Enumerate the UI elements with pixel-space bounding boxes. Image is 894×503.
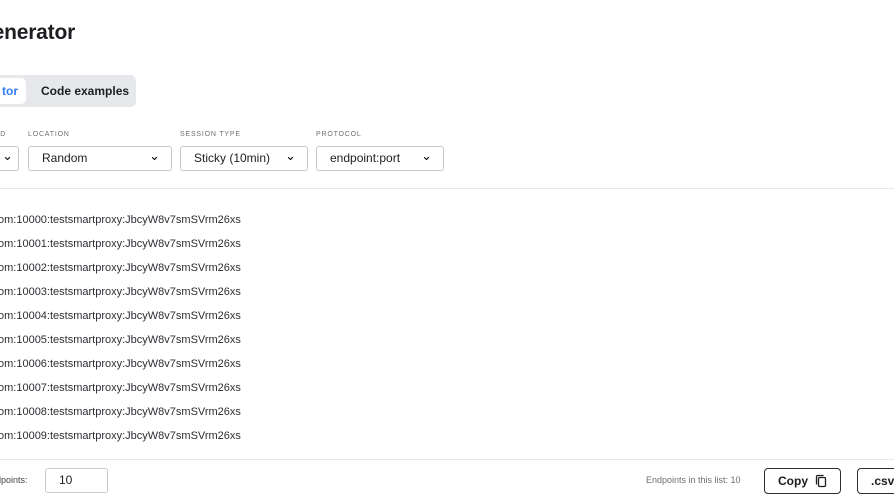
endpoint-line: om:10004:testsmartproxy:JbcyW8v7smSVrm26… bbox=[0, 310, 241, 322]
location-value: Random bbox=[42, 151, 88, 165]
endpoint-line: om:10001:testsmartproxy:JbcyW8v7smSVrm26… bbox=[0, 238, 241, 250]
protocol-label: PROTOCOL bbox=[316, 131, 362, 138]
endpoint-line: om:10003:testsmartproxy:JbcyW8v7smSVrm26… bbox=[0, 286, 241, 298]
list-count-text: Endpoints in this list: 10 bbox=[646, 475, 741, 485]
page-title: generator bbox=[0, 21, 76, 44]
session-type-label: SESSION TYPE bbox=[180, 131, 241, 138]
tab-generator[interactable]: tor bbox=[0, 78, 26, 104]
endpoint-line: om:10008:testsmartproxy:JbcyW8v7smSVrm26… bbox=[0, 406, 241, 418]
location-select[interactable]: Random bbox=[28, 146, 172, 171]
endpoint-line: om:10009:testsmartproxy:JbcyW8v7smSVrm26… bbox=[0, 430, 241, 442]
chevron-down-icon bbox=[287, 156, 294, 161]
session-type-value: Sticky (10min) bbox=[194, 151, 271, 165]
endpoint-list: om:10000:testsmartproxy:JbcyW8v7smSVrm26… bbox=[0, 208, 241, 448]
endpoint-count-input[interactable]: 10 bbox=[45, 468, 108, 493]
endpoint-line: om:10002:testsmartproxy:JbcyW8v7smSVrm26… bbox=[0, 262, 241, 274]
copy-button-label: Copy bbox=[778, 474, 808, 488]
endpoint-line: om:10007:testsmartproxy:JbcyW8v7smSVrm26… bbox=[0, 382, 241, 394]
location-label: LOCATION bbox=[28, 131, 70, 138]
protocol-value: endpoint:port bbox=[330, 151, 401, 165]
endpoint-line: om:10000:testsmartproxy:JbcyW8v7smSVrm26… bbox=[0, 214, 241, 226]
first-filter-label: OD bbox=[0, 131, 7, 138]
chevron-down-icon bbox=[423, 156, 430, 161]
protocol-select[interactable]: endpoint:port bbox=[316, 146, 444, 171]
tab-bar: tor Code examples bbox=[0, 75, 136, 107]
endpoint-line: om:10005:testsmartproxy:JbcyW8v7smSVrm26… bbox=[0, 334, 241, 346]
copy-button[interactable]: Copy bbox=[764, 468, 841, 494]
chevron-down-icon bbox=[151, 156, 158, 161]
first-filter-select[interactable] bbox=[0, 146, 19, 171]
chevron-down-icon bbox=[4, 156, 11, 161]
session-type-select[interactable]: Sticky (10min) bbox=[180, 146, 308, 171]
endpoint-count-label: dpoints: bbox=[0, 475, 28, 485]
csv-download-button[interactable]: .csv bbox=[857, 468, 894, 494]
endpoint-line: om:10006:testsmartproxy:JbcyW8v7smSVrm26… bbox=[0, 358, 241, 370]
copy-icon bbox=[815, 474, 827, 488]
tab-code-examples[interactable]: Code examples bbox=[41, 78, 129, 104]
divider bbox=[0, 459, 894, 460]
divider bbox=[0, 188, 894, 189]
